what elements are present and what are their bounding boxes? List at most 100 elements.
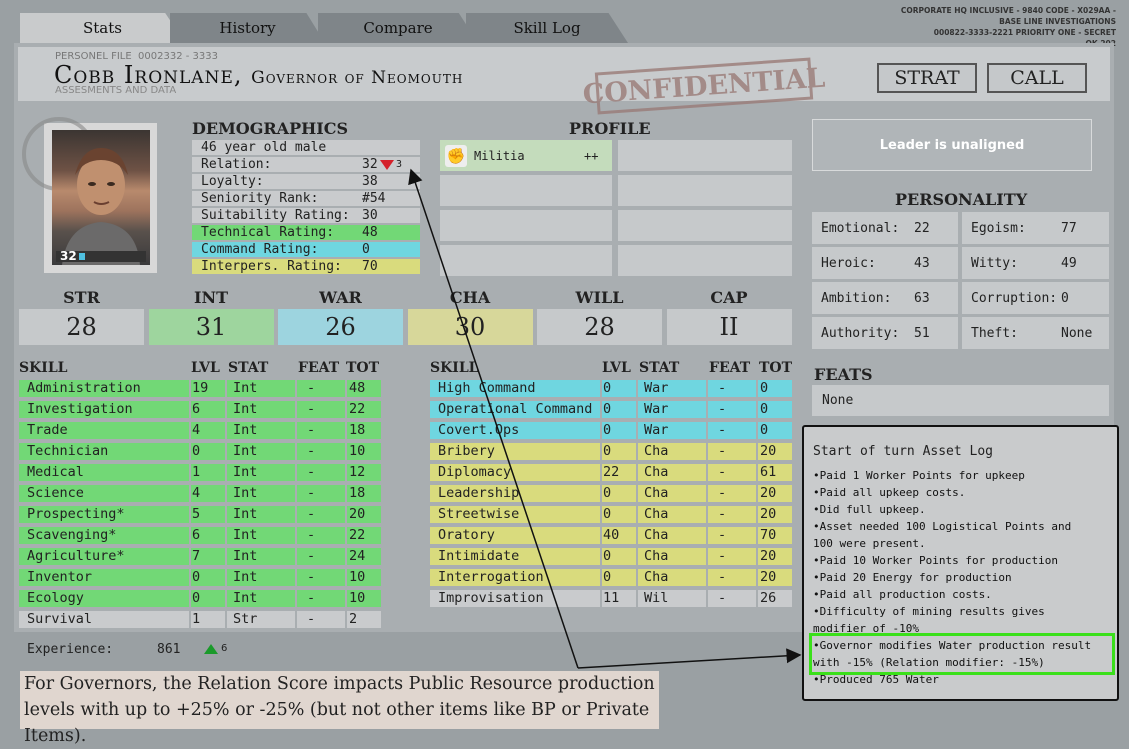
skill-row: Interrogation 0 Cha -20 (430, 569, 792, 586)
portrait-level-fill (79, 253, 85, 260)
tab-skill-log[interactable]: Skill Log (466, 13, 628, 43)
skill-name: Science (19, 485, 189, 502)
log-line: •Paid all upkeep costs. (813, 486, 966, 499)
skill-row: Operational Command 0 War -0 (430, 401, 792, 418)
demographic-row: Technical Rating: 48 (192, 225, 420, 240)
skill-total: 10 (347, 590, 381, 607)
demographic-value: 70 (362, 259, 378, 274)
demographic-value: 0 (362, 242, 370, 257)
attribute-label: WAR (319, 288, 362, 307)
skill-row: Trade 4 Int -18 (19, 422, 381, 439)
personality-cell: Ambition: 63 (812, 282, 958, 314)
demographic-label: Suitability Rating: (201, 208, 350, 223)
skill-total: 0 (758, 401, 792, 418)
skill-total: 48 (347, 380, 381, 397)
skill-feat: - (297, 485, 345, 502)
skill-stat: Int (227, 590, 295, 607)
skill-feat: - (297, 590, 345, 607)
profile-slot (618, 245, 792, 276)
skill-name: Survival (19, 611, 189, 628)
skill-stat: Cha (638, 443, 706, 460)
feats-value: None (822, 393, 854, 408)
log-line: •Paid all production costs. (813, 588, 992, 601)
skill-feat: - (708, 569, 756, 586)
tab-history[interactable]: History (170, 13, 325, 43)
personality-label: Emotional: (821, 221, 900, 236)
skill-name: Diplomacy (430, 464, 600, 481)
skill-level: 1 (191, 611, 225, 628)
skill-total: 70 (758, 527, 792, 544)
call-button[interactable]: CALL (987, 63, 1087, 93)
skill-stat: Int (227, 506, 295, 523)
demographic-label: Command Rating: (201, 242, 319, 257)
skill-header-lvl: LVL (191, 360, 220, 376)
skill-stat: War (638, 401, 706, 418)
demographic-value: #54 (362, 191, 386, 206)
demographic-value: 32 (362, 157, 378, 172)
skill-feat: - (708, 548, 756, 565)
demographic-row: Seniority Rank: #54 (192, 191, 420, 206)
skill-level: 0 (191, 569, 225, 586)
skill-row: Agriculture* 7 Int -24 (19, 548, 381, 565)
profile-slot (618, 210, 792, 241)
skill-header-tot: TOT (346, 360, 380, 376)
skill-feat: - (297, 569, 345, 586)
skill-stat: Cha (638, 548, 706, 565)
skill-total: 20 (758, 443, 792, 460)
skill-header-skill: SKILL (19, 360, 68, 376)
skill-level: 0 (602, 569, 636, 586)
attribute-value: 31 (148, 309, 274, 345)
classification-line: 000822-3333-2221 PRIORITY ONE - SECRET (933, 28, 1116, 37)
skill-level: 0 (602, 380, 636, 397)
relation-down-icon (380, 160, 394, 170)
personality-heading: PERSONALITY (895, 190, 1028, 209)
skill-level: 1 (191, 464, 225, 481)
skill-total: 0 (758, 422, 792, 439)
profile-slot (440, 245, 612, 276)
skill-total: 20 (758, 569, 792, 586)
log-line: •Difficulty of mining results gives (813, 605, 1045, 618)
skill-name: Inventor (19, 569, 189, 586)
skill-feat: - (708, 506, 756, 523)
tab-stats[interactable]: Stats (20, 13, 185, 43)
skill-level: 0 (191, 590, 225, 607)
skill-stat: Cha (638, 485, 706, 502)
demographic-value: 38 (362, 174, 378, 189)
skill-feat: - (708, 380, 756, 397)
asset-log: Start of turn Asset Log •Paid 1 Worker P… (802, 425, 1119, 701)
skill-row: Science 4 Int -18 (19, 485, 381, 502)
skill-stat: Cha (638, 464, 706, 481)
skill-total: 18 (347, 422, 381, 439)
skill-name: Covert.Ops (430, 422, 600, 439)
skill-feat: - (297, 401, 345, 418)
skill-header-feat: FEAT (298, 360, 340, 376)
skill-name: Improvisation (430, 590, 600, 607)
skill-stat: Int (227, 422, 295, 439)
skill-name: High Command (430, 380, 600, 397)
tab-compare[interactable]: Compare (318, 13, 478, 43)
attribute-value: 30 (407, 309, 533, 345)
attribute-label: WILL (575, 288, 624, 307)
demographic-value: 48 (362, 225, 378, 240)
profile-item-name: Militia (474, 149, 525, 163)
skill-name: Trade (19, 422, 189, 439)
skill-level: 0 (602, 443, 636, 460)
profile-slot (440, 210, 612, 241)
asset-log-title: Start of turn Asset Log (813, 444, 994, 459)
skill-row: Survival 1 Str -2 (19, 611, 381, 628)
skill-feat: - (708, 401, 756, 418)
face-icon (62, 148, 140, 265)
strat-button[interactable]: STRAT (877, 63, 977, 93)
attribute-value: II (666, 309, 792, 345)
skill-total: 61 (758, 464, 792, 481)
skill-feat: - (708, 464, 756, 481)
skill-row: Bribery 0 Cha -20 (430, 443, 792, 460)
skill-total: 12 (347, 464, 381, 481)
skill-row: Intimidate 0 Cha -20 (430, 548, 792, 565)
profile-slot (618, 175, 792, 206)
militia-fist-icon: ✊ (445, 145, 467, 167)
skill-row: Improvisation 11 Wil -26 (430, 590, 792, 607)
skill-stat: Int (227, 443, 295, 460)
skill-level: 0 (602, 422, 636, 439)
skill-name: Streetwise (430, 506, 600, 523)
